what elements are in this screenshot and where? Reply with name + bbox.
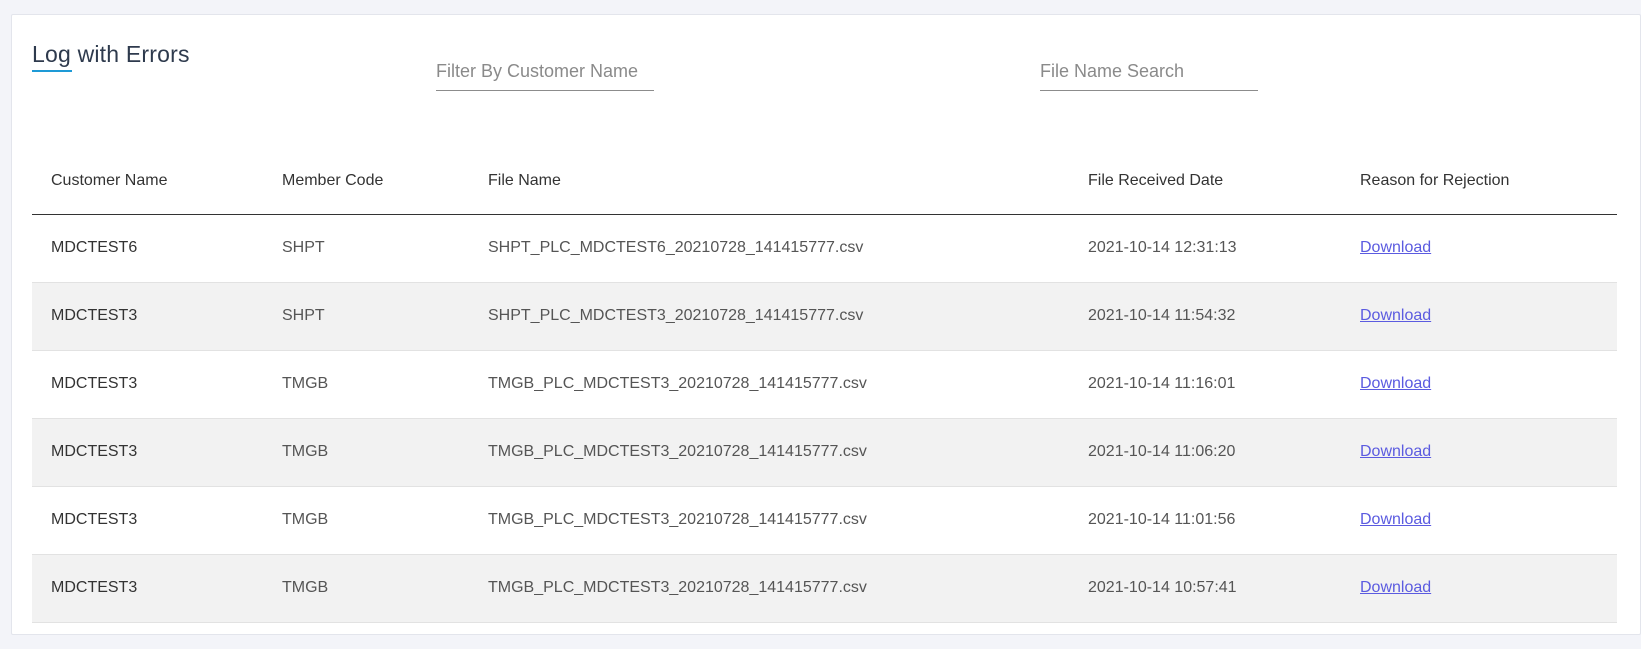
reason-cell: Download: [1341, 350, 1617, 419]
file-name-cell: TMGB_PLC_MDCTEST3_20210728_141415777.csv: [469, 486, 1069, 555]
table-header-row: Customer Name Member Code File Name File…: [32, 148, 1617, 215]
member-code-cell: TMGB: [263, 554, 469, 623]
customer-name-cell: MDCTEST3: [32, 554, 263, 623]
file-name-cell: SHPT_PLC_MDCTEST6_20210728_141415777.csv: [469, 214, 1069, 283]
table-row: MDCTEST3 TMGB TMGB_PLC_MDCTEST3_20210728…: [32, 486, 1617, 555]
received-date-cell: 2021-10-14 11:06:20: [1069, 418, 1341, 487]
table-row: MDCTEST3 SHPT SHPT_PLC_MDCTEST3_20210728…: [32, 282, 1617, 351]
customer-name-cell: MDCTEST6: [32, 214, 263, 283]
page-title: Log with Errors: [32, 41, 190, 67]
member-code-cell: TMGB: [263, 350, 469, 419]
customer-name-cell: MDCTEST3: [32, 418, 263, 487]
header-customer-name: Customer Name: [32, 148, 263, 215]
received-date-cell: 2021-10-14 12:31:13: [1069, 214, 1341, 283]
download-link[interactable]: Download: [1360, 375, 1431, 392]
header-file-received-date: File Received Date: [1069, 148, 1341, 215]
header-file-name: File Name: [469, 148, 1069, 215]
title-underline: [32, 70, 72, 72]
customer-name-cell: MDCTEST3: [32, 282, 263, 351]
log-card: Log with Errors Customer Name Member Cod…: [11, 14, 1641, 635]
file-name-cell: TMGB_PLC_MDCTEST3_20210728_141415777.csv: [469, 554, 1069, 623]
table-row: MDCTEST6 SHPT SHPT_PLC_MDCTEST6_20210728…: [32, 214, 1617, 283]
table-row: MDCTEST3 TMGB TMGB_PLC_MDCTEST3_20210728…: [32, 350, 1617, 419]
member-code-cell: SHPT: [263, 282, 469, 351]
download-link[interactable]: Download: [1360, 239, 1431, 256]
reason-cell: Download: [1341, 486, 1617, 555]
customer-name-cell: MDCTEST3: [32, 486, 263, 555]
download-link[interactable]: Download: [1360, 443, 1431, 460]
header-reason-for-rejection: Reason for Rejection: [1341, 148, 1617, 215]
table-row: MDCTEST3 TMGB TMGB_PLC_MDCTEST3_20210728…: [32, 418, 1617, 487]
customer-name-cell: MDCTEST3: [32, 350, 263, 419]
member-code-cell: TMGB: [263, 418, 469, 487]
reason-cell: Download: [1341, 418, 1617, 487]
file-name-cell: TMGB_PLC_MDCTEST3_20210728_141415777.csv: [469, 418, 1069, 487]
table-row: MDCTEST3 TMGB TMGB_PLC_MDCTEST3_20210728…: [32, 554, 1617, 623]
member-code-cell: TMGB: [263, 486, 469, 555]
customer-name-filter-input[interactable]: [436, 45, 654, 91]
member-code-cell: SHPT: [263, 214, 469, 283]
received-date-cell: 2021-10-14 10:57:41: [1069, 554, 1341, 623]
reason-cell: Download: [1341, 214, 1617, 283]
download-link[interactable]: Download: [1360, 511, 1431, 528]
received-date-cell: 2021-10-14 11:01:56: [1069, 486, 1341, 555]
file-name-cell: SHPT_PLC_MDCTEST3_20210728_141415777.csv: [469, 282, 1069, 351]
file-name-search-input[interactable]: [1040, 45, 1258, 91]
download-link[interactable]: Download: [1360, 579, 1431, 596]
header-member-code: Member Code: [263, 148, 469, 215]
error-log-table: Customer Name Member Code File Name File…: [32, 148, 1617, 623]
received-date-cell: 2021-10-14 11:16:01: [1069, 350, 1341, 419]
file-name-cell: TMGB_PLC_MDCTEST3_20210728_141415777.csv: [469, 350, 1069, 419]
reason-cell: Download: [1341, 282, 1617, 351]
download-link[interactable]: Download: [1360, 307, 1431, 324]
received-date-cell: 2021-10-14 11:54:32: [1069, 282, 1341, 351]
reason-cell: Download: [1341, 554, 1617, 623]
